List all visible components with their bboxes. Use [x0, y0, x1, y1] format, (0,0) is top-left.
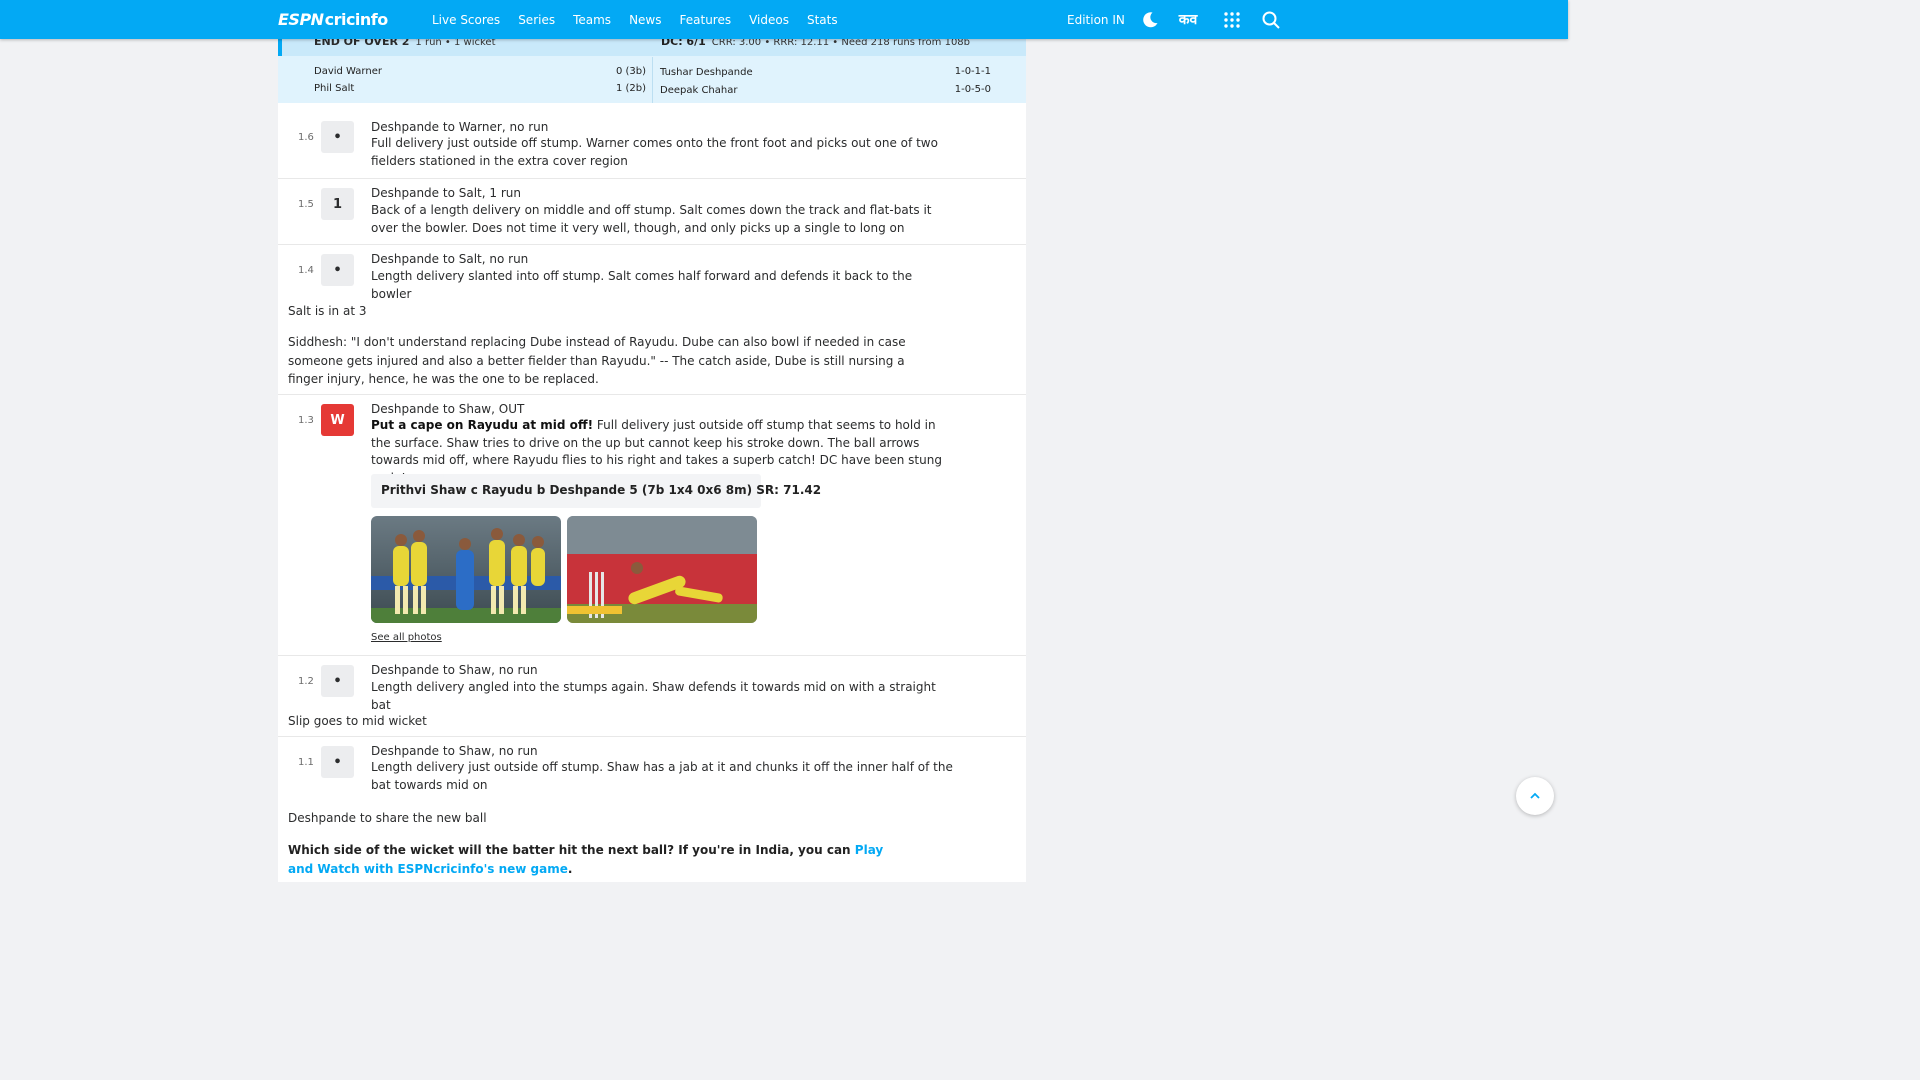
celebration-photo[interactable]: [371, 516, 561, 623]
commentary-title: Deshpande to Salt, 1 run: [371, 186, 521, 200]
nav-series[interactable]: Series: [518, 13, 555, 27]
commentary-title: Deshpande to Shaw, OUT: [371, 402, 525, 416]
commentary-text: Length delivery just outside off stump. …: [371, 760, 953, 792]
catch-photo[interactable]: [567, 516, 757, 623]
ball-number: 1.1: [298, 757, 314, 768]
nav-teams[interactable]: Teams: [573, 13, 611, 27]
commentary-note: Salt is in at 3: [288, 304, 367, 318]
scroll-to-top-button[interactable]: [1516, 777, 1554, 815]
commentary-headline: Put a cape on Rayudu at mid off!: [371, 418, 594, 432]
edition-selector[interactable]: Edition IN: [1067, 0, 1125, 39]
ball-number: 1.4: [298, 265, 314, 276]
bowler-figures: 1-0-5-0: [954, 84, 991, 95]
promo-text: Which side of the wicket will the batter…: [288, 841, 908, 878]
chevron-up-icon: [1530, 792, 1540, 799]
ball-result-badge: •: [321, 121, 354, 153]
batter-score: 1 (2b): [615, 83, 646, 94]
ball-number: 1.6: [298, 132, 314, 143]
commentary-text: Length delivery slanted into off stump. …: [371, 269, 913, 301]
ball-number: 1.2: [298, 676, 314, 687]
main-nav-links: Live Scores Series Teams News Features V…: [432, 0, 856, 39]
top-navigation-bar: ESPN cricinfo Live Scores Series Teams N…: [0, 0, 1568, 39]
dismissal-summary: Prithvi Shaw c Rayudu b Deshpande 5 (7b …: [371, 474, 821, 508]
hindi-language-toggle[interactable]: कव: [1178, 10, 1198, 30]
commentary-item: 1.5 1 Deshpande to Salt, 1 run Back of a…: [278, 178, 1026, 245]
promo-end: .: [567, 861, 573, 876]
commentary-card: END OF OVER 21 run • 1 wicket DC: 6/1 CRR…: [278, 0, 1026, 882]
commentary-title: Deshpande to Salt, no run: [371, 252, 529, 266]
promo-question: Which side of the wicket will the batter…: [288, 843, 855, 857]
ball-result-badge: •: [321, 254, 354, 286]
commentary-note: Deshpande to share the new ball: [288, 811, 487, 825]
nav-live-scores[interactable]: Live Scores: [432, 13, 500, 27]
logo-cricinfo-text: cricinfo: [324, 9, 389, 29]
search-icon[interactable]: [1261, 10, 1281, 30]
bowler-name[interactable]: Deepak Chahar: [660, 85, 737, 96]
commentary-title: Deshpande to Shaw, no run: [371, 663, 538, 677]
commentary-title: Deshpande to Shaw, no run: [371, 744, 538, 758]
ball-number: 1.5: [298, 199, 314, 210]
commentary-text: Length delivery angled into the stumps a…: [371, 680, 936, 712]
see-all-photos-link[interactable]: See all photos: [371, 632, 442, 643]
commentary-title: Deshpande to Warner, no run: [371, 120, 549, 134]
commentary-text: Back of a length delivery on middle and …: [371, 203, 932, 235]
batter-name[interactable]: Phil Salt: [314, 83, 354, 94]
commentary-item: 1.2 • Deshpande to Shaw, no run Length d…: [278, 655, 1026, 737]
batter-score: 0 (3b): [615, 66, 646, 77]
nav-stats[interactable]: Stats: [807, 13, 838, 27]
commentary-note: Slip goes to mid wicket: [288, 714, 427, 728]
summary-divider: [652, 57, 653, 103]
commentary-item: 1.4 • Deshpande to Salt, no run Length d…: [278, 244, 1026, 395]
nav-videos[interactable]: Videos: [749, 13, 789, 27]
commentary-item: 1.1 • Deshpande to Shaw, no run Length d…: [278, 736, 1026, 883]
logo-espn-text: ESPN: [278, 9, 324, 29]
espncricinfo-logo[interactable]: ESPN cricinfo: [278, 9, 388, 29]
ball-result-badge: •: [321, 746, 354, 778]
ball-number: 1.3: [298, 415, 314, 426]
nav-news[interactable]: News: [629, 13, 661, 27]
commentary-note: Siddhesh: "I don't understand replacing …: [288, 335, 906, 386]
batter-name[interactable]: David Warner: [314, 66, 382, 77]
ball-result-badge: •: [321, 665, 354, 697]
commentary-item: 1.6 • Deshpande to Warner, no run Full d…: [278, 112, 1026, 178]
bowler-figures: 1-0-1-1: [954, 66, 991, 77]
apps-grid-icon[interactable]: [1222, 10, 1242, 30]
ball-result-badge: 1: [321, 188, 354, 220]
moon-icon[interactable]: [1140, 10, 1160, 30]
bowler-name[interactable]: Tushar Deshpande: [660, 67, 753, 78]
nav-features[interactable]: Features: [680, 13, 732, 27]
commentary-text: Full delivery just outside off stump. Wa…: [371, 136, 938, 168]
wicket-badge: W: [321, 404, 354, 436]
